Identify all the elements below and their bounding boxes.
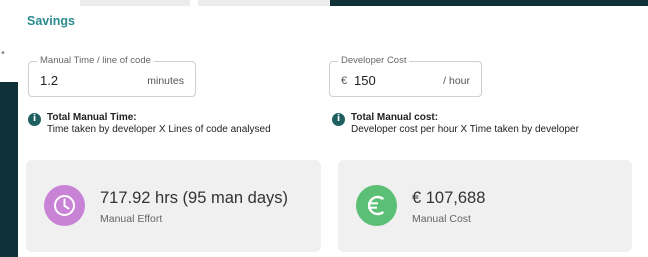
manual-time-unit: minutes [147,75,184,87]
manual-time-field[interactable]: Manual Time / line of code 1.2 minutes [28,55,196,97]
manual-time-label: Manual Time / line of code [37,55,154,66]
clock-icon [44,185,85,226]
developer-cost-field[interactable]: Developer Cost € 150 / hour [329,55,482,97]
manual-cost-card: € 107,688 Manual Cost [338,160,632,252]
manual-time-value[interactable]: 1.2 [40,73,58,88]
manual-cost-label: Manual Cost [412,213,471,225]
info-cost-title: Total Manual cost: [351,112,439,123]
manual-effort-label: Manual Effort [100,213,163,225]
info-time-title: Total Manual Time: [47,112,137,123]
developer-cost-value[interactable]: 150 [354,73,376,88]
manual-effort-card: 717.92 hrs (95 man days) Manual Effort [26,160,321,252]
developer-cost-unit: / hour [443,75,470,87]
currency-prefix: € [341,75,348,87]
info-icon: i [28,113,41,126]
info-cost-description: Developer cost per hour X Time taken by … [351,124,579,135]
info-icon: i [332,113,345,126]
savings-panel: Savings Manual Time / line of code 1.2 m… [18,6,648,257]
manual-cost-value: € 107,688 [412,189,486,207]
euro-icon [356,185,397,226]
developer-cost-label: Developer Cost [338,55,410,66]
info-time-description: Time taken by developer X Lines of code … [47,124,271,135]
background-bullet: • [0,48,6,59]
section-title: Savings [27,14,75,28]
manual-effort-value: 717.92 hrs (95 man days) [100,189,289,207]
